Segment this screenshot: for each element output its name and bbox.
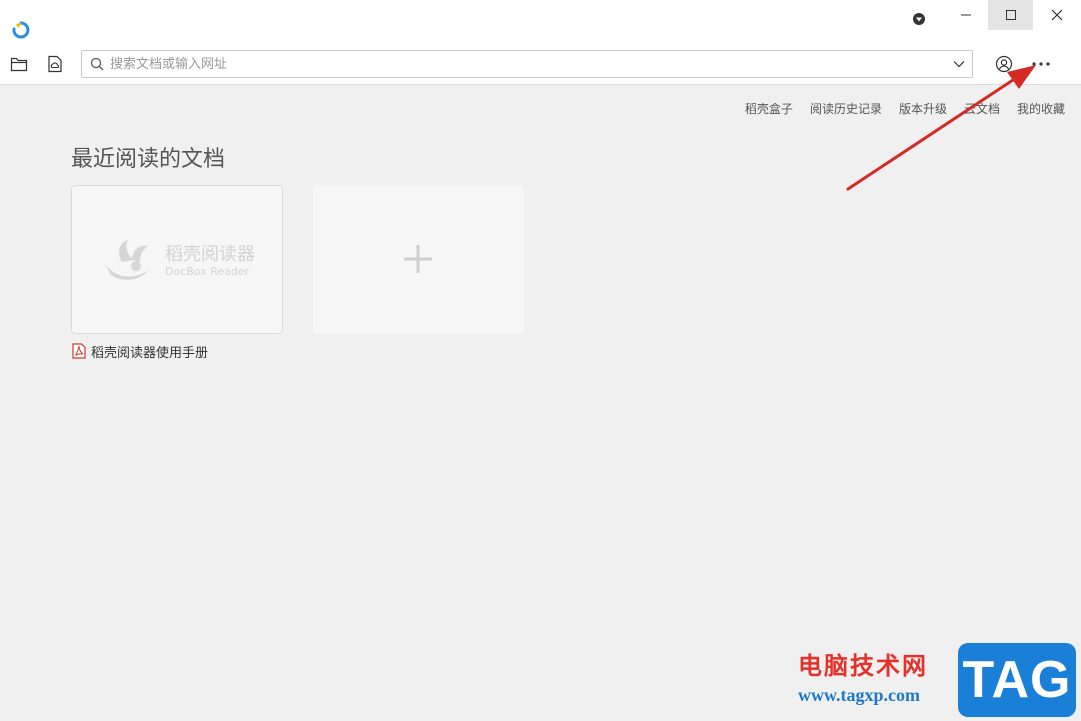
more-dots-icon xyxy=(1032,62,1050,66)
more-menu-button[interactable] xyxy=(1029,53,1053,75)
watermark-badge: TAG xyxy=(958,643,1076,717)
recent-doc-label[interactable]: 稻壳阅读器使用手册 xyxy=(71,342,209,361)
minimize-button[interactable] xyxy=(943,0,988,30)
top-links: 稻壳盒子 阅读历史记录 版本升级 云文档 我的收藏 xyxy=(745,100,1065,116)
title-bar xyxy=(0,0,1081,44)
pdf-icon xyxy=(72,343,86,359)
chevron-down-icon[interactable] xyxy=(952,57,966,71)
link-favorites[interactable]: 我的收藏 xyxy=(1017,100,1065,116)
circle-chevron-down-icon xyxy=(913,13,925,25)
cloud-document-icon xyxy=(48,55,62,73)
user-account-button[interactable] xyxy=(993,53,1015,75)
cloud-doc-button[interactable] xyxy=(44,53,66,75)
close-button[interactable] xyxy=(1034,0,1079,30)
search-input[interactable] xyxy=(110,53,940,75)
search-box xyxy=(81,50,973,78)
folder-icon xyxy=(10,57,28,72)
maximize-icon xyxy=(1005,10,1016,20)
app-logo-icon xyxy=(12,21,30,39)
site-watermark: 电脑技术网 www.tagxp.com TAG xyxy=(794,643,1081,721)
user-icon xyxy=(995,55,1013,73)
link-cloud-docs[interactable]: 云文档 xyxy=(964,100,1000,116)
link-upgrade[interactable]: 版本升级 xyxy=(899,100,947,116)
open-folder-button[interactable] xyxy=(8,53,30,75)
minimize-icon xyxy=(960,14,971,16)
link-docbox[interactable]: 稻壳盒子 xyxy=(745,100,793,116)
plus-icon xyxy=(404,245,432,273)
toolbar xyxy=(0,44,1081,85)
recent-docs-title: 最近阅读的文档 xyxy=(71,147,226,172)
doc-thumb-title: 稻壳阅读器 xyxy=(165,244,255,265)
doc-thumb-subtitle: DocBox Reader xyxy=(165,265,250,278)
add-document-card[interactable] xyxy=(313,185,524,334)
docbox-logo-icon xyxy=(106,240,148,280)
doc-file-name: 稻壳阅读器使用手册 xyxy=(91,345,209,361)
title-dropdown-button[interactable] xyxy=(908,8,930,30)
close-icon xyxy=(1051,9,1062,21)
search-icon xyxy=(90,57,104,71)
recent-doc-card[interactable]: 稻壳阅读器 DocBox Reader xyxy=(71,185,283,334)
link-history[interactable]: 阅读历史记录 xyxy=(810,100,882,116)
watermark-site-name: 电脑技术网 xyxy=(798,652,928,680)
watermark-url: www.tagxp.com xyxy=(798,685,920,705)
maximize-button[interactable] xyxy=(988,0,1033,30)
